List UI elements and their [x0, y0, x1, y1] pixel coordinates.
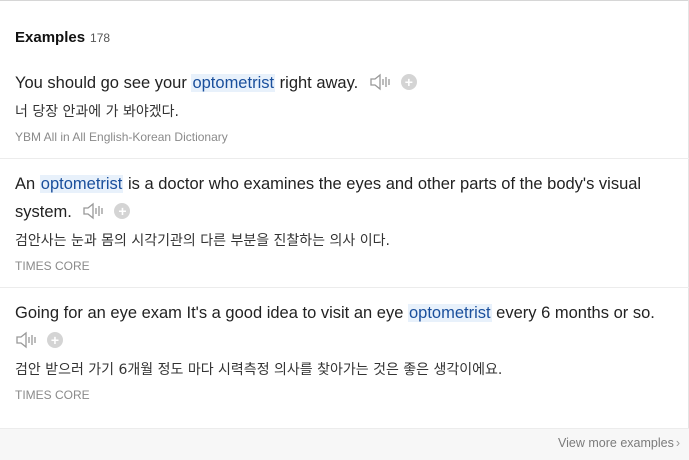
- example-source: TIMES CORE: [15, 388, 90, 402]
- examples-header: Examples 178: [15, 29, 110, 46]
- view-more-label: View more examples: [558, 436, 674, 450]
- sentence-text: You should go see your: [15, 74, 192, 92]
- examples-title: Examples: [15, 29, 86, 46]
- speaker-icon[interactable]: [15, 330, 39, 358]
- example-sentence: You should go see your optometrist right…: [15, 69, 683, 100]
- example-item: You should go see your optometrist right…: [15, 69, 683, 144]
- example-sentence: An optometrist is a doctor who examines …: [15, 170, 683, 229]
- example-item: An optometrist is a doctor who examines …: [15, 170, 683, 273]
- divider: [0, 287, 689, 288]
- sentence-text: An: [15, 175, 40, 193]
- example-sentence: Going for an eye exam It's a good idea t…: [15, 299, 683, 358]
- speaker-icon[interactable]: [369, 72, 393, 100]
- example-item: Going for an eye exam It's a good idea t…: [15, 299, 683, 402]
- add-icon[interactable]: +: [400, 74, 417, 90]
- keyword-highlight[interactable]: optometrist: [407, 304, 492, 322]
- sentence-text: Going for an eye exam It's a good idea t…: [15, 304, 408, 322]
- add-icon[interactable]: +: [114, 203, 131, 219]
- view-more-examples-link[interactable]: View more examples ›: [558, 436, 680, 450]
- add-icon[interactable]: +: [47, 332, 63, 348]
- chevron-right-icon: ›: [675, 436, 680, 450]
- keyword-highlight[interactable]: optometrist: [191, 74, 276, 92]
- top-divider: [0, 0, 689, 1]
- example-translation: 너 당장 안과에 가 봐야겠다.: [15, 104, 179, 120]
- sentence-text: right away.: [275, 74, 359, 92]
- speaker-icon[interactable]: [82, 201, 106, 229]
- example-translation: 검안 받으러 가기 6개월 정도 마다 시력측정 의사를 찾아가는 것은 좋은 …: [15, 362, 503, 378]
- examples-count: 178: [90, 31, 111, 45]
- example-translation: 검안사는 눈과 몸의 시각기관의 다른 부분을 진찰하는 의사 이다.: [15, 233, 390, 249]
- keyword-highlight[interactable]: optometrist: [39, 175, 124, 193]
- example-source: YBM All in All English-Korean Dictionary: [15, 130, 228, 144]
- example-source: TIMES CORE: [15, 259, 90, 273]
- divider: [0, 158, 689, 159]
- sentence-text: every 6 months or so.: [491, 304, 655, 322]
